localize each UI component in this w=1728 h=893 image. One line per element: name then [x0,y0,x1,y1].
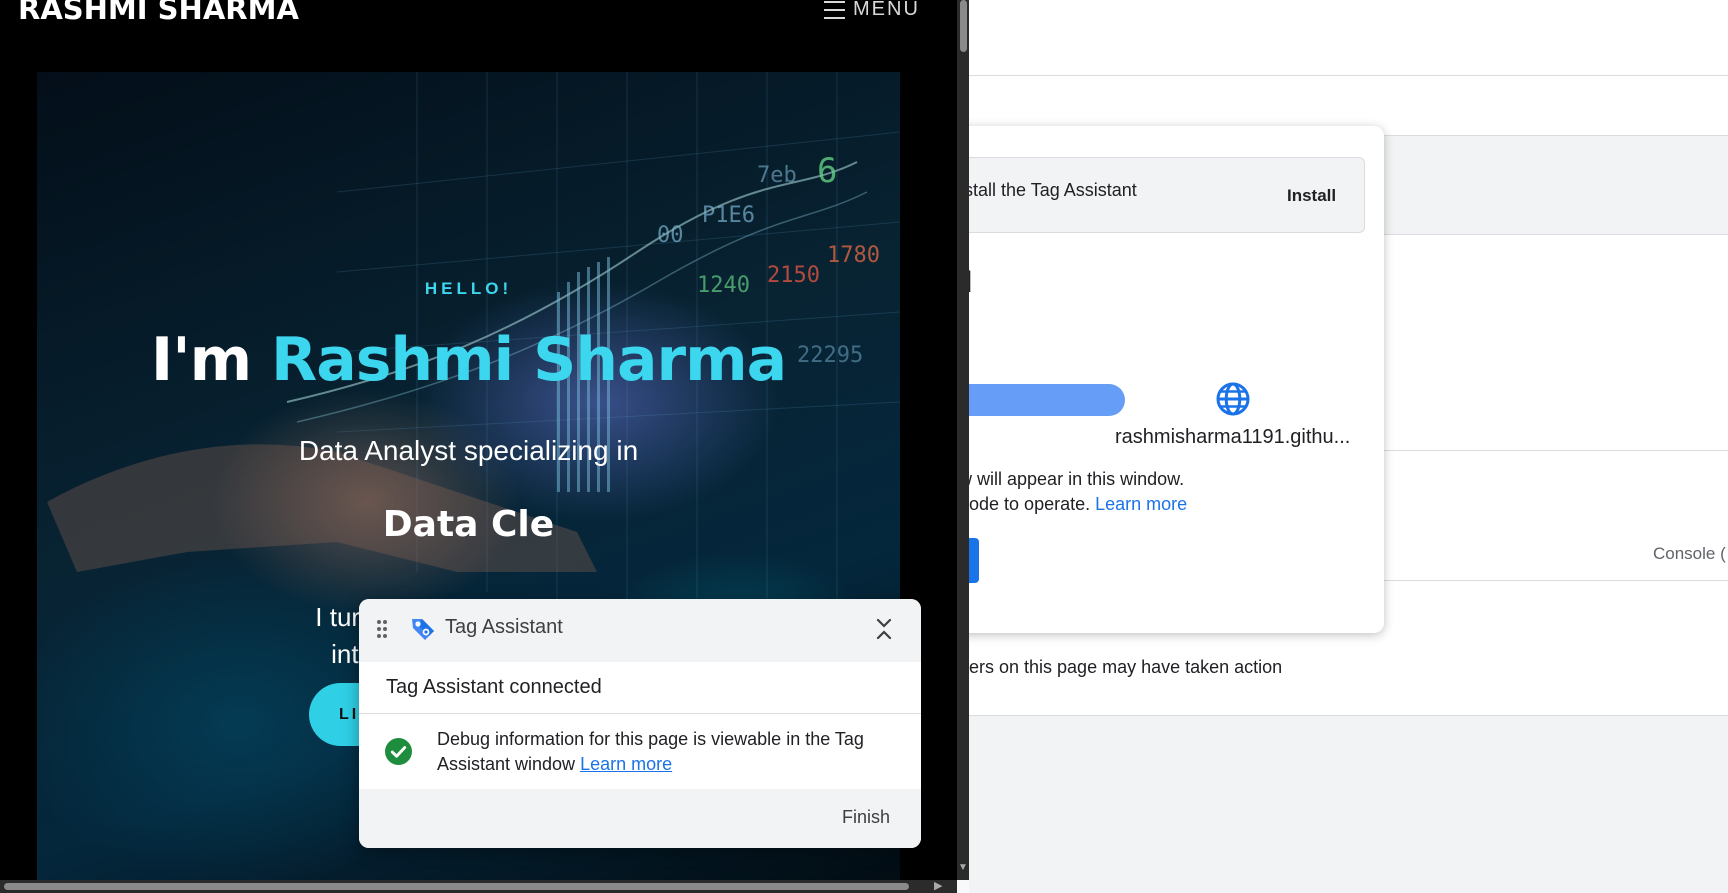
debug-note-line-2: g mode to operate. Learn more [969,494,1187,515]
popup-header[interactable]: Tag Assistant [359,599,921,662]
connection-progress-bar [969,384,1125,416]
menu-icon [824,0,845,19]
background-summary-text: ers on this page may have taken action [969,657,1283,677]
connected-site-url: rashmisharma1191.githu... [1115,426,1351,448]
hero-title: I'm Rashmi Sharma [0,325,937,395]
learn-more-link[interactable]: Learn more [1095,494,1187,514]
hero-subtitle: Data Analyst specializing in [298,435,639,466]
popup-message: Debug information for this page is viewa… [437,727,897,777]
tag-assistant-connect-card: nstall the Tag Assistant Install ed rash… [969,126,1384,633]
hero-cta-label: LI [339,705,360,723]
horizontal-scrollbar-thumb[interactable] [4,883,909,890]
divider [969,75,1728,76]
debug-note-text: g mode to operate. [969,494,1091,514]
install-banner: nstall the Tag Assistant Install [969,157,1365,233]
connected-heading: ed [969,266,972,300]
vertical-scrollbar-thumb[interactable] [960,0,967,52]
page-gray-footer [969,715,1728,893]
tag-assistant-logo-icon [412,619,434,640]
screen: 00 P1E6 7eb 6 1240 2150 1780 22295 RASHM… [0,0,1728,893]
tag-assistant-popup: Tag Assistant Tag Assistant connected De… [359,599,921,848]
check-circle-icon [385,738,412,765]
popup-status-text: Tag Assistant connected [386,676,602,698]
popup-footer: Finish [359,789,921,848]
install-button[interactable]: Install [1287,186,1336,206]
menu-label: MENU [853,0,920,20]
install-banner-text: nstall the Tag Assistant [969,180,1137,200]
horizontal-scrollbar[interactable]: ▶ [0,880,957,893]
vertical-scrollbar[interactable]: ▼ [957,0,969,880]
scroll-right-arrow-icon[interactable]: ▶ [934,879,942,892]
collapse-icon[interactable] [873,616,895,642]
popup-title: Tag Assistant [445,616,563,638]
tab-console[interactable]: Console ( [1653,544,1726,564]
site-brand-logo[interactable]: RASHMI SHARMA [18,0,299,26]
hero-greeting: HELLO! [424,279,513,298]
hero-title-name: Rashmi Sharma [271,325,787,395]
hero-typed-text: Data Cle [382,504,555,545]
hero-title-prefix: I'm [150,325,271,395]
primary-action-button[interactable] [969,538,979,583]
tag-assistant-page: Console ( were evaluated in this contain… [969,0,1728,893]
globe-icon [1216,382,1250,416]
menu-toggle-button[interactable]: MENU [824,0,920,21]
scroll-down-arrow-icon[interactable]: ▼ [958,862,968,873]
popup-divider [359,713,921,714]
popup-learn-more-link[interactable]: Learn more [580,754,672,774]
drag-handle-icon[interactable] [376,619,388,639]
debug-note-line-1: dow will appear in this window. [969,469,1185,489]
finish-button[interactable]: Finish [842,807,890,828]
